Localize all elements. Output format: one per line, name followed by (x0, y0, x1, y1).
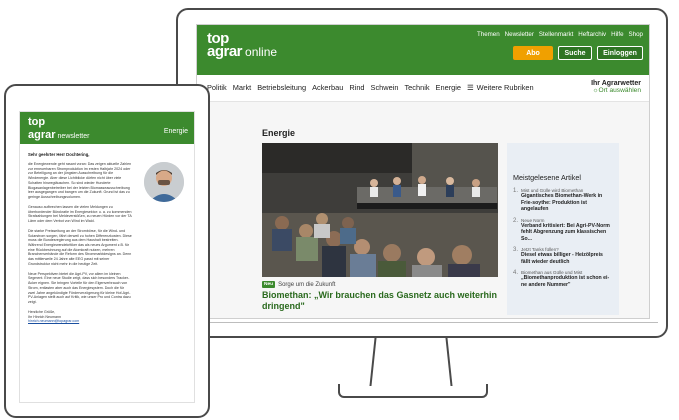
most-read-number: 4. (513, 270, 519, 276)
top-link-hilfe[interactable]: Hilfe (611, 31, 623, 38)
website-screen: top agrar online Themen Newsletter Stelle… (196, 24, 650, 319)
nl-logo-agrar: agrar (28, 129, 56, 142)
stand-base (338, 384, 488, 398)
newsletter-paragraph: Neue Perspektiven bietet die Agri-PV, vo… (28, 271, 131, 305)
most-read-item[interactable]: 1. Mist und Gülle wird Biomethan Giganti… (513, 188, 613, 213)
nav-item-ackerbau[interactable]: Ackerbau (312, 83, 343, 92)
newsletter-screen: top agrar newsletter Energie Sehr geehrte… (19, 111, 195, 403)
monitor-chin-divider (186, 322, 658, 323)
author-portrait-icon (144, 162, 184, 202)
most-read-headline[interactable]: „Biomethanproduktion ist schon ei-ne and… (521, 275, 613, 288)
nav-item-technik[interactable]: Technik (404, 83, 429, 92)
header-buttons: Abo Suche Einloggen (513, 46, 643, 60)
stand-leg-right (445, 338, 453, 386)
teaser-meta: Neu Sorge um die Zukunft (262, 281, 335, 288)
nav-item-rind[interactable]: Rind (349, 83, 364, 92)
search-button[interactable]: Suche (558, 46, 592, 60)
new-badge: Neu (262, 281, 276, 288)
nav-item-markt[interactable]: Markt (233, 83, 251, 92)
top-link-stellenmarkt[interactable]: Stellenmarkt (539, 31, 573, 38)
newsletter-greeting: Sehr geehrter Herr Dochtering, (28, 152, 90, 157)
most-read-headline[interactable]: Verband kritisiert: Bei Agri-PV-Norm feh… (521, 223, 613, 243)
most-read-number: 2. (513, 217, 519, 224)
nav-item-schwein[interactable]: Schwein (371, 83, 399, 92)
newsletter-logo: top agrar newsletter (28, 116, 90, 142)
login-button[interactable]: Einloggen (597, 46, 643, 60)
newsletter-header: top agrar newsletter Energie (20, 112, 194, 144)
site-logo[interactable]: top agrar online (207, 31, 278, 61)
nav-item-betriebsleitung[interactable]: Betriebsleitung (257, 83, 306, 92)
hero-image[interactable] (262, 143, 498, 277)
nav-item-politik[interactable]: Politik (207, 83, 227, 92)
nav-item-more[interactable]: Weitere Rubriken (477, 83, 534, 92)
main-nav: Politik Markt Betriebsleitung Ackerbau R… (207, 83, 534, 92)
newsletter-section-label: Energie (163, 128, 188, 135)
teaser-headline[interactable]: Biomethan: „Wir brauchen das Gasnetz auc… (262, 290, 502, 313)
weather-location-link[interactable]: ☼Ort auswählen (591, 87, 641, 94)
stage: top agrar online Themen Newsletter Stelle… (0, 0, 679, 420)
logo-agrar-text: agrar (207, 43, 243, 61)
newsletter-body: Sehr geehrter Herr Dochtering, die Energ… (28, 152, 188, 323)
tablet-device: top agrar newsletter Energie Sehr geehrte… (4, 84, 210, 418)
stand-leg-left (369, 338, 377, 386)
teaser-kicker: Sorge um die Zukunft (278, 281, 336, 288)
top-links: Themen Newsletter Stellenmarkt Heftarchi… (477, 31, 643, 38)
most-read-item[interactable]: 3. Jetzt Tanks füllen? Diesel etwas bill… (513, 247, 613, 265)
desktop-monitor: top agrar online Themen Newsletter Stelle… (176, 8, 668, 338)
top-link-heftarchiv[interactable]: Heftarchiv (578, 31, 606, 38)
newsletter-paragraph: Die starke Preisseitung an der Strombörs… (28, 228, 132, 266)
most-read-item[interactable]: 4. Biomethan aus Gülle und Mist „Biometh… (513, 270, 613, 288)
most-read-headline[interactable]: Gigantisches Biomethan-Werk in Frie-soyt… (521, 193, 613, 213)
site-header: top agrar online Themen Newsletter Stelle… (197, 25, 649, 75)
top-link-themen[interactable]: Themen (477, 31, 500, 38)
panel-discussion-photo (262, 143, 498, 277)
most-read-headline[interactable]: Diesel etwas billiger - Heizölpreis fäll… (521, 252, 613, 265)
menu-icon[interactable]: ☰ (467, 83, 474, 92)
author-photo (144, 162, 184, 202)
weather-widget[interactable]: Ihr Agrarwetter ☼Ort auswählen (591, 80, 641, 94)
monitor-stand (338, 338, 488, 398)
logo-online-text: online (245, 45, 278, 60)
nav-item-energie[interactable]: Energie (436, 83, 461, 92)
top-link-newsletter[interactable]: Newsletter (505, 31, 534, 38)
nl-logo-top: top (28, 116, 46, 128)
most-read-number: 3. (513, 247, 519, 253)
most-read-title: Meistgelesene Artikel (513, 173, 581, 182)
newsletter-paragraph: Genauso aufbrechen lassen die vielen Mel… (28, 204, 132, 224)
newsletter-paragraph: die Energiewende geht rasant voran: Das … (28, 162, 132, 200)
most-read-item[interactable]: 2. Neue Norm Verband kritisiert: Bei Agr… (513, 218, 613, 243)
most-read-number: 1. (513, 188, 519, 194)
section-title: Energie (262, 128, 296, 138)
weather-title: Ihr Agrarwetter (591, 80, 641, 87)
top-link-shop[interactable]: Shop (629, 31, 643, 38)
author-email-link[interactable]: hinrich.neumann@topagrar.com (28, 319, 188, 323)
abo-button[interactable]: Abo (513, 46, 553, 60)
nl-logo-suffix: newsletter (57, 133, 90, 141)
weather-location-label: Ort auswählen (598, 87, 641, 94)
most-read-box: Meistgelesene Artikel 1. Mist und Gülle … (507, 143, 619, 315)
